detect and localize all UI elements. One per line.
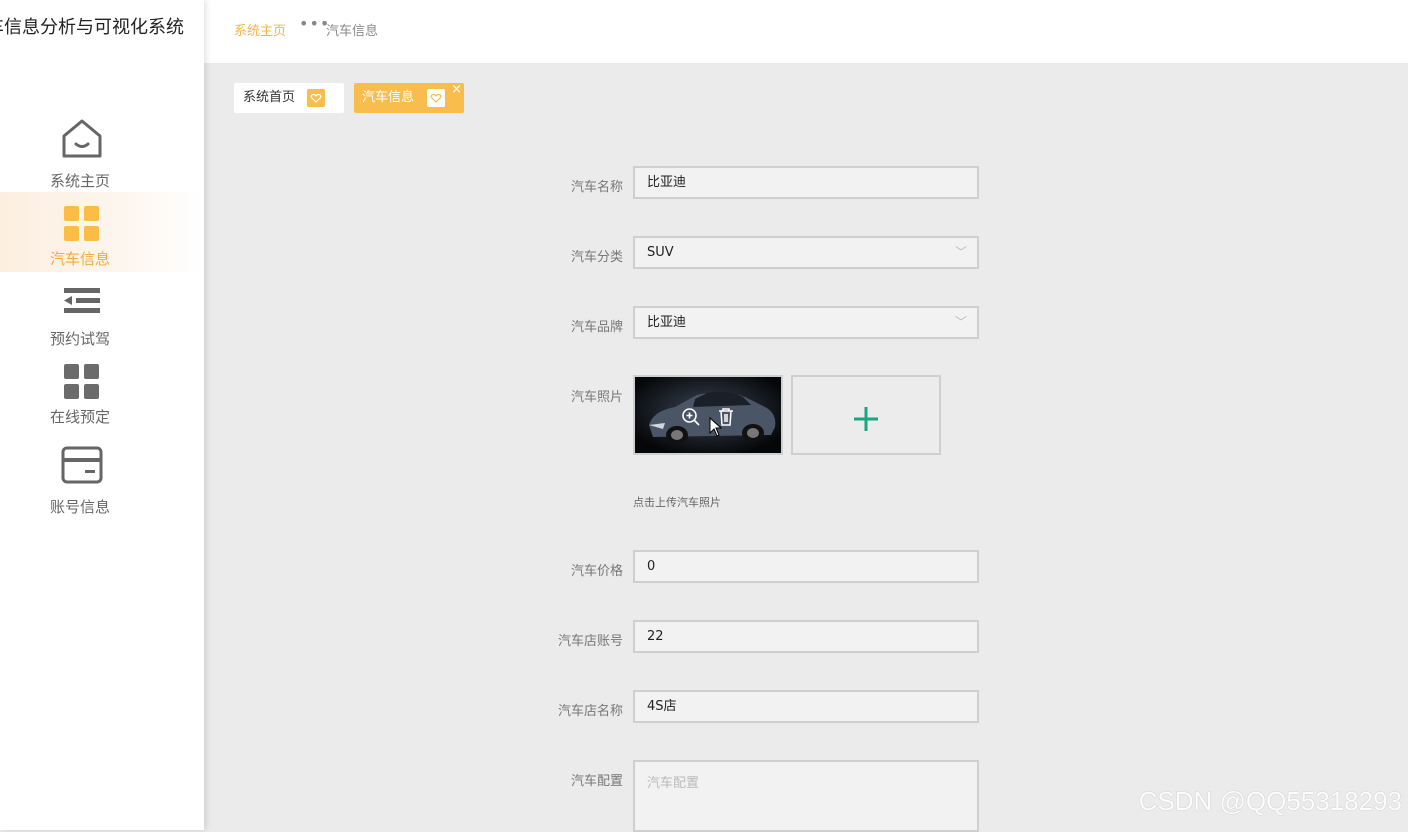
config-label: 汽车配置 xyxy=(570,774,623,789)
breadcrumb-current: 汽车信息 xyxy=(326,24,379,39)
sidebar-item-car-info[interactable]: 汽车信息 xyxy=(0,192,204,272)
zoom-in-icon[interactable] xyxy=(681,407,701,427)
photo-label: 汽车照片 xyxy=(570,390,623,405)
car-brand-select[interactable]: 比亚迪 ﹀ xyxy=(633,306,979,339)
car-photo-image xyxy=(635,377,781,453)
sidebar-item-label: 汽车信息 xyxy=(49,250,110,268)
tab-label: 汽车信息 xyxy=(362,90,415,105)
sidebar-item-label: 预约试驾 xyxy=(49,330,110,348)
select-value: 比亚迪 xyxy=(647,315,687,330)
tab-system-home[interactable]: 系统首页 xyxy=(234,83,344,113)
shop-account-label: 汽车店账号 xyxy=(557,634,623,649)
tab-car-info[interactable]: 汽车信息 × xyxy=(354,82,464,113)
sidebar-item-test-drive[interactable]: 预约试驾 xyxy=(0,272,204,352)
watermark: CSDN @QQ55318293 xyxy=(1138,786,1402,816)
shop-name-field[interactable]: 4S店 xyxy=(633,690,979,723)
chevron-down-icon: ﹀ xyxy=(954,315,967,329)
grid-icon xyxy=(64,206,99,241)
sidebar-item-label: 账号信息 xyxy=(49,498,110,516)
plus-icon xyxy=(854,407,878,431)
home-icon xyxy=(62,119,102,158)
sidebar-item-booking[interactable]: 在线预定 xyxy=(0,352,204,432)
header: 系统主页 ••• 汽车信息 xyxy=(204,0,1408,63)
car-category-select[interactable]: SUV ﹀ xyxy=(633,236,979,269)
chevron-down-icon: ﹀ xyxy=(954,245,967,259)
price-label: 汽车价格 xyxy=(570,564,623,579)
close-icon[interactable]: × xyxy=(451,75,462,105)
car-config-textarea[interactable]: 汽车配置 xyxy=(633,760,979,832)
select-value: SUV xyxy=(647,245,674,260)
grid-icon xyxy=(64,364,99,399)
app-title: 车信息分析与可视化系统 xyxy=(0,17,184,38)
shop-name-label: 汽车店名称 xyxy=(557,704,623,719)
sidebar-item-account[interactable]: 账号信息 xyxy=(0,440,204,520)
sidebar-item-label: 在线预定 xyxy=(49,408,110,426)
car-name-field[interactable]: 比亚迪 xyxy=(633,166,979,199)
heart-icon xyxy=(427,89,445,107)
breadcrumb-home[interactable]: 系统主页 xyxy=(234,20,286,39)
upload-hint: 点击上传汽车照片 xyxy=(633,496,721,509)
shop-account-field[interactable]: 22 xyxy=(633,620,979,653)
upload-button[interactable] xyxy=(791,375,941,455)
car-photo-thumbnail[interactable] xyxy=(633,375,783,455)
sidebar: 车信息分析与可视化系统 系统主页 汽车信息 预约试驾 在线预定 账号信息 xyxy=(0,0,204,830)
card-icon xyxy=(61,446,103,484)
brand-label: 汽车品牌 xyxy=(570,320,623,335)
category-label: 汽车分类 xyxy=(570,250,623,265)
tab-label: 系统首页 xyxy=(243,90,296,105)
cursor-icon xyxy=(709,417,723,437)
name-label: 汽车名称 xyxy=(570,180,623,195)
list-indent-icon xyxy=(64,288,100,313)
heart-icon xyxy=(307,89,325,107)
sidebar-item-home[interactable]: 系统主页 xyxy=(0,112,204,192)
car-price-field[interactable]: 0 xyxy=(633,550,979,583)
sidebar-item-label: 系统主页 xyxy=(49,172,110,190)
